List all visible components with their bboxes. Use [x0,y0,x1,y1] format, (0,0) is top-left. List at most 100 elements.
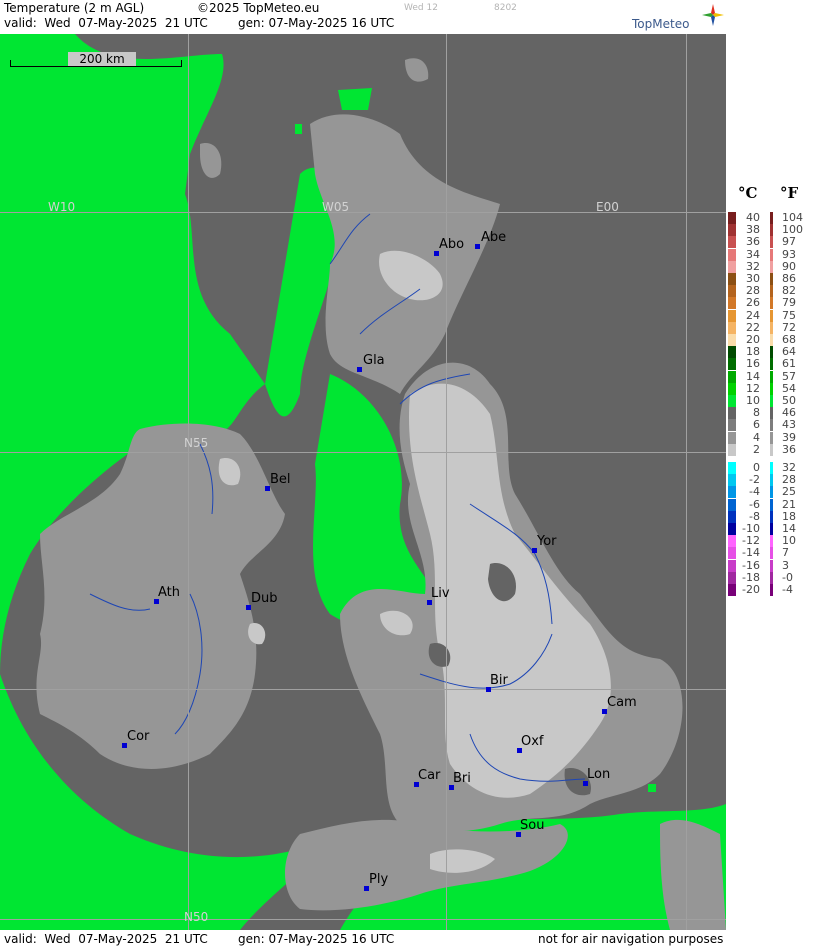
legend-fahrenheit-value: 14 [782,522,796,535]
faint-code: 8202 [494,3,517,13]
legend-celsius-value: 20 [746,333,760,346]
legend-fahrenheit-value: 25 [782,485,796,499]
coord-label: W05 [322,200,350,214]
legend-celsius-value: 38 [746,223,760,237]
city-label: Bel [270,472,291,487]
legend-celsius-value: 26 [746,296,760,310]
legend-swatch [770,273,773,285]
legend-celsius-value: -20 [742,583,760,596]
legend-swatch [770,382,773,395]
header-valid-time: valid: Wed 07-May-2025 21 UTC [4,16,208,30]
legend-swatch [770,407,773,420]
legend-fahrenheit-value: 54 [782,381,796,395]
legend-celsius-value: -6 [749,497,760,511]
footer: valid: Wed 07-May-2025 21 UTC gen: 07-Ma… [0,930,726,947]
city-label: Abe [481,230,507,245]
legend-swatch [770,285,773,298]
legend-celsius-value: 18 [746,345,760,359]
legend-fahrenheit-value: -4 [782,583,793,596]
compass-star-icon [702,4,724,26]
grid-line [446,34,447,930]
legend-swatch [770,535,773,548]
city-dot [475,244,480,249]
legend-celsius-value: 12 [746,381,760,395]
footer-valid-time: valid: Wed 07-May-2025 21 UTC [4,932,208,946]
legend-swatch [770,571,773,584]
topmeteo-logo[interactable]: TopMeteo [632,4,724,34]
legend-swatch [770,584,773,596]
grid-line [0,689,726,690]
header: Temperature (2 m AGL) ©2025 TopMeteo.eu … [0,0,726,34]
legend-celsius-value: 32 [746,259,760,273]
legend-fahrenheit-value: 79 [782,296,796,310]
legend-swatch [770,297,773,310]
legend-fahrenheit-value: 104 [782,211,803,224]
legend-celsius-value: -18 [742,570,760,584]
legend-swatch [770,224,773,237]
product-title: Temperature (2 m AGL) [4,1,145,15]
grid-line [0,919,726,920]
grid-line [0,452,726,453]
legend-swatch [770,334,773,346]
city-label: Oxf [521,734,544,749]
legend-swatch [770,462,773,474]
legend-swatch [770,443,773,456]
legend-swatch [770,260,773,273]
legend-swatch [770,309,773,322]
copyright: ©2025 TopMeteo.eu [197,1,320,15]
legend-fahrenheit-value: 61 [782,357,796,371]
city-label: Gla [363,353,385,368]
legend-celsius-value: 6 [753,418,760,432]
grid-line [188,34,189,930]
legend-swatch [770,559,773,572]
city-label: Car [418,768,441,783]
legend-swatch [770,547,773,560]
city-label: Yor [537,534,557,549]
legend-swatch [770,474,773,487]
city-label: Ath [158,585,181,600]
legend-fahrenheit-value: 43 [782,418,796,432]
city-label: Abo [439,237,465,252]
city-label: Cam [607,695,637,710]
legend-celsius-value: 0 [753,461,760,474]
legend-celsius-value: -12 [742,534,760,548]
legend-fahrenheit-value: 39 [782,430,796,444]
legend-fahrenheit-value: 93 [782,247,796,261]
legend-fahrenheit-value: 50 [782,394,796,407]
legend-swatch [770,431,773,444]
legend-celsius-value: 14 [746,369,760,383]
legend-fahrenheit-value: 18 [782,509,796,523]
legend-fahrenheit-value: 7 [782,546,789,560]
temperature-legend: °C °F 40 104 38 100 36 97 34 93 32 90 30 86 28 82 26 79… [728,180,816,600]
city-label: Dub [251,591,278,606]
legend-swatch [770,212,773,224]
coord-label: N50 [184,910,209,924]
city-label: Bir [490,673,508,688]
legend-celsius-value: 10 [746,394,760,407]
legend-fahrenheit-value: 64 [782,345,796,359]
legend-fahrenheit-value: 21 [782,497,796,511]
legend-swatch [770,419,773,432]
celsius-header: °C [738,184,758,202]
legend-celsius-value: 30 [746,272,760,285]
disclaimer: not for air navigation purposes [538,932,724,946]
legend-fahrenheit-value: 68 [782,333,796,346]
legend-celsius-value: -8 [749,509,760,523]
city-label: Sou [520,818,545,833]
scale-tick [181,60,182,67]
legend-celsius-value: 24 [746,308,760,322]
temperature-map[interactable]: W10 W05 E00 N55 N50 200 km Abo Abe Gla B… [0,34,726,930]
legend-swatch [770,236,773,249]
legend-swatch [770,510,773,523]
legend-fahrenheit-value: 36 [782,442,796,456]
scale-label: 200 km [68,52,136,67]
legend-fahrenheit-value: 46 [782,406,796,420]
legend-fahrenheit-value: 97 [782,235,796,249]
legend-celsius-value: 16 [746,357,760,371]
legend-fahrenheit-value: 3 [782,558,789,572]
legend-fahrenheit-value: 28 [782,473,796,487]
legend-swatch [770,498,773,511]
legend-swatch [770,248,773,261]
fahrenheit-header: °F [780,184,799,202]
legend-celsius-value: -2 [749,473,760,487]
